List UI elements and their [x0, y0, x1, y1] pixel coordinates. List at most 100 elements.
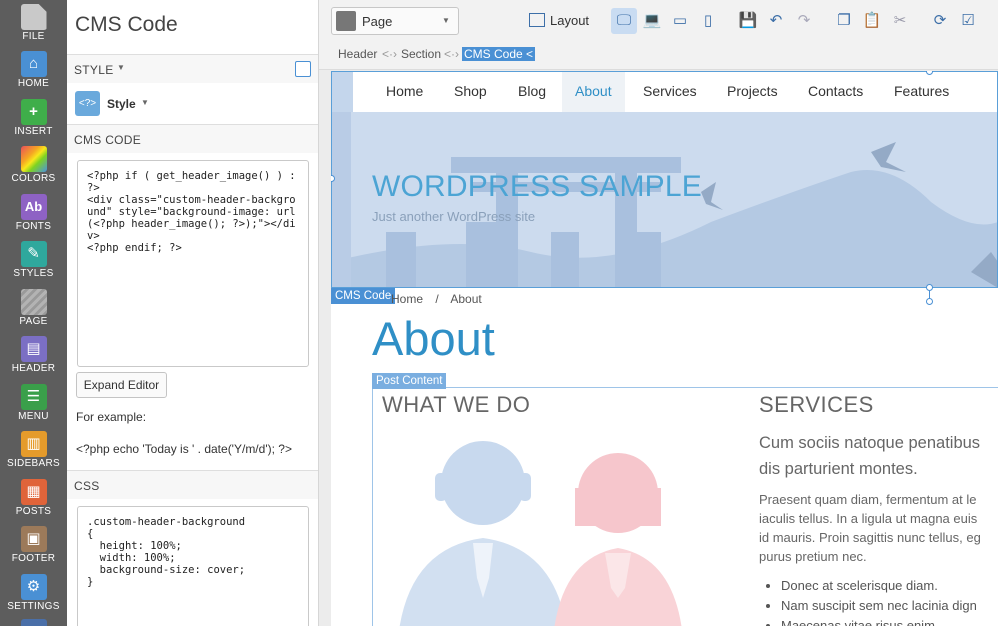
breadcrumb-separator-icon: <·› — [382, 47, 397, 61]
toolbar-label: POSTS — [15, 506, 52, 517]
site-nav: Home Shop Blog About Services Projects C… — [331, 71, 998, 112]
page-icon — [336, 11, 356, 31]
checkbox-icon[interactable]: ☑ — [955, 8, 981, 34]
style-selector[interactable]: <?> Style ▼ — [67, 84, 318, 124]
panel-title: CMS Code — [75, 13, 178, 36]
toolbar-label: COLORS — [11, 173, 56, 184]
copy-icon[interactable]: ❐ — [831, 8, 857, 34]
desktop-view-icon[interactable]: 🖵 — [611, 8, 637, 34]
page-breadcrumb-home[interactable]: Home — [391, 292, 423, 306]
nav-item-shop[interactable]: Shop — [441, 71, 500, 112]
toolbar-page[interactable]: PAGE — [0, 287, 67, 334]
list-item: Maecenas vitae risus enim — [781, 616, 977, 626]
cms-code-icon: <?> — [75, 91, 100, 116]
breadcrumb-separator-icon: <·› — [444, 47, 459, 61]
post-content-badge[interactable]: Post Content — [372, 373, 447, 389]
posts-icon: ▦ — [20, 479, 47, 505]
workspace: Page ▼ Layout 🖵 💻 ▭ ▯ 💾 ↶ ↷ ❐ 📋 ✂ ⟳ ☑ He… — [319, 0, 998, 626]
layout-icon — [529, 13, 545, 27]
paste-icon[interactable]: 📋 — [859, 8, 885, 34]
plus-icon: + — [20, 99, 47, 125]
layout-button[interactable]: Layout — [529, 8, 589, 34]
top-toolbar: Page ▼ Layout 🖵 💻 ▭ ▯ 💾 ↶ ↷ ❐ 📋 ✂ ⟳ ☑ — [319, 0, 998, 42]
cms-code-section-header: CMS CODE — [67, 124, 318, 153]
toolbar-header[interactable]: ▤ HEADER — [0, 334, 67, 381]
save-icon[interactable]: 💾 — [735, 8, 761, 34]
toolbar-menu[interactable]: ☰ MENU — [0, 382, 67, 429]
toolbar-overflow-icon[interactable] — [21, 619, 47, 626]
footer-icon: ▣ — [20, 526, 47, 552]
resize-handle[interactable] — [926, 284, 933, 291]
toolbar-label: SIDEBARS — [7, 458, 60, 469]
redo-icon[interactable]: ↷ — [791, 8, 817, 34]
cms-code-badge[interactable]: CMS Code — [331, 288, 396, 304]
undo-icon[interactable]: ↶ — [763, 8, 789, 34]
toolbar-posts[interactable]: ▦ POSTS — [0, 477, 67, 524]
page-breadcrumb: Home / About — [391, 292, 482, 306]
toolbar-label: PAGE — [19, 316, 48, 327]
cms-code-editor[interactable]: <?php if ( get_header_image() ) : ?> <di… — [77, 160, 309, 367]
layout-label: Layout — [550, 13, 590, 28]
nav-item-services[interactable]: Services — [630, 71, 710, 112]
page-breadcrumb-current: About — [450, 292, 482, 306]
breadcrumb-header[interactable]: Header — [336, 47, 379, 61]
toolbar-file[interactable]: FILE — [0, 2, 67, 49]
site-title: WORDPRESS SAMPLE — [372, 170, 702, 203]
palette-icon — [20, 146, 47, 172]
css-section-label: CSS — [74, 479, 100, 493]
styles-icon: ✎ — [20, 241, 47, 267]
toolbar-colors[interactable]: COLORS — [0, 144, 67, 191]
tablet-view-icon[interactable]: ▭ — [667, 8, 693, 34]
style-section-header[interactable]: STYLE ▼ — [67, 54, 318, 83]
header-background: WORDPRESS SAMPLE Just another WordPress … — [331, 112, 998, 288]
style-section-label: STYLE — [74, 63, 114, 77]
resize-handle[interactable] — [926, 298, 933, 305]
what-we-do-heading: WHAT WE DO — [382, 392, 531, 417]
main-toolbar: FILE ⌂ HOME + INSERT COLORS Ab FONTS ✎ S… — [0, 0, 67, 626]
example-code: <?php echo 'Today is ' . date('Y/m/d'); … — [76, 442, 292, 456]
people-illustration — [399, 441, 682, 626]
css-section-header: CSS — [67, 470, 318, 499]
page-icon — [20, 289, 47, 315]
nav-item-features[interactable]: Features — [881, 71, 962, 112]
toolbar-sidebars[interactable]: ▥ SIDEBARS — [0, 429, 67, 476]
css-editor[interactable]: .custom-header-background { height: 100%… — [77, 506, 309, 626]
services-paragraph: Praesent quam diam, fermentum at le iacu… — [759, 490, 981, 566]
paragraph-line: id mauris. Proin sagittis nunc tellus, e… — [759, 530, 981, 545]
toolbar-footer[interactable]: ▣ FOOTER — [0, 524, 67, 571]
font-icon: Ab — [20, 194, 47, 220]
cms-code-text: <?php if ( get_header_image() ) : ?> <di… — [87, 170, 296, 254]
nav-item-projects[interactable]: Projects — [714, 71, 791, 112]
nav-item-home[interactable]: Home — [373, 71, 436, 112]
breadcrumb-cms-code[interactable]: CMS Code < — [462, 47, 536, 61]
toolbar-label: FILE — [22, 31, 45, 42]
toolbar-insert[interactable]: + INSERT — [0, 97, 67, 144]
toolbar-label: STYLES — [13, 268, 54, 279]
laptop-view-icon[interactable]: 💻 — [639, 8, 665, 34]
expand-editor-label: Expand Editor — [83, 378, 160, 392]
cms-code-section-label: CMS CODE — [74, 133, 142, 147]
page-breadcrumb-sep: / — [435, 292, 439, 306]
site-tagline: Just another WordPress site — [372, 209, 536, 224]
refresh-icon[interactable]: ⟳ — [927, 8, 953, 34]
file-icon — [20, 4, 47, 30]
expand-editor-button[interactable]: Expand Editor — [76, 372, 167, 398]
chevron-down-icon: ▼ — [442, 16, 450, 25]
nav-item-about[interactable]: About — [562, 71, 625, 112]
toolbar-styles[interactable]: ✎ STYLES — [0, 239, 67, 286]
nav-item-blog[interactable]: Blog — [505, 71, 559, 112]
toolbar-settings[interactable]: ⚙ SETTINGS — [0, 572, 67, 619]
breadcrumb-section[interactable]: Section — [399, 47, 443, 61]
toolbar-home[interactable]: ⌂ HOME — [0, 49, 67, 96]
properties-panel: CMS Code STYLE ▼ <?> Style ▼ CMS CODE <?… — [67, 0, 319, 626]
clear-format-icon[interactable]: ✂ — [887, 8, 913, 34]
gear-icon: ⚙ — [20, 574, 47, 600]
menu-icon: ☰ — [20, 384, 47, 410]
chevron-down-icon: ▼ — [141, 98, 149, 107]
toolbar-fonts[interactable]: Ab FONTS — [0, 192, 67, 239]
style-settings-icon[interactable] — [295, 61, 311, 77]
home-icon: ⌂ — [20, 51, 47, 77]
phone-view-icon[interactable]: ▯ — [695, 8, 721, 34]
nav-item-contacts[interactable]: Contacts — [795, 71, 876, 112]
page-select[interactable]: Page ▼ — [331, 7, 459, 35]
